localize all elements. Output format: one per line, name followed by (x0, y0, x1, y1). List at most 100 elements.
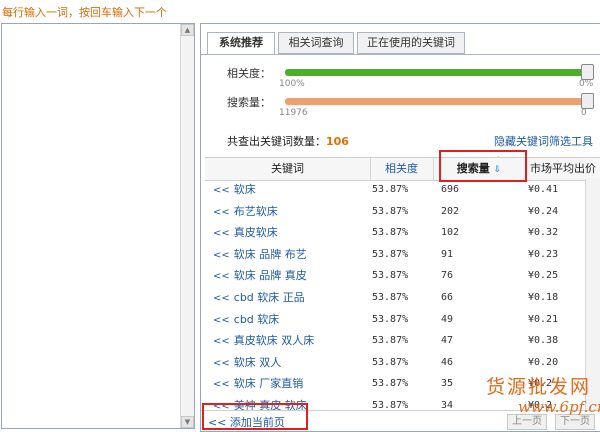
table-row: << cbd 软床 正品 53.87% 66 ¥0.18 (205, 287, 585, 308)
price-cell: ¥0.38 (528, 335, 559, 347)
relevance-cell: 53.87% (372, 335, 409, 347)
table-row: << 布艺软床 53.87% 202 ¥0.24 (205, 201, 585, 222)
scroll-down-icon[interactable]: ▼ (181, 416, 194, 428)
price-cell: ¥0.23 (528, 248, 559, 260)
keyword-text: 真皮软床 双人床 (233, 334, 315, 348)
relevance-slider-track[interactable] (285, 69, 591, 76)
keyword-text: 软床 双人 (233, 355, 282, 369)
table-row: << cbd 软床 53.87% 49 ¥0.21 (205, 309, 585, 330)
keyword-cell[interactable]: << 真皮软床 双人床 (213, 330, 314, 351)
relevance-cell: 53.87% (372, 378, 409, 390)
keyword-count-value: 106 (326, 135, 349, 148)
keyword-cell[interactable]: << cbd 软床 正品 (213, 287, 305, 308)
price-cell: ¥0.21 (528, 313, 559, 325)
volume-cell: 47 (441, 335, 454, 347)
volume-cell: 49 (441, 313, 454, 325)
scroll-up-icon[interactable]: ▲ (181, 24, 194, 36)
relevance-cell: 53.87% (372, 356, 409, 368)
keyword-cell[interactable]: << 软床 (213, 179, 256, 200)
keyword-cell[interactable]: << 布艺软床 (213, 201, 278, 222)
volume-cell: 46 (441, 356, 454, 368)
table-row: << 软床 双人 53.87% 46 ¥0.20 (205, 352, 585, 373)
relevance-min-label: 100% (279, 79, 305, 89)
relevance-cell: 53.87% (372, 184, 409, 195)
next-page-button[interactable]: 下一页 (555, 414, 595, 430)
relevance-cell: 53.87% (372, 248, 409, 260)
relevance-cell: 53.87% (372, 400, 409, 410)
price-cell: ¥0.32 (528, 227, 559, 239)
volume-cell: 35 (441, 378, 454, 390)
price-cell: ¥0.24 (528, 205, 559, 217)
keyword-cell[interactable]: << 软床 厂家直销 (213, 373, 303, 394)
keyword-cell[interactable]: << 真皮软床 (213, 222, 278, 243)
volume-cell: 91 (441, 248, 454, 260)
col-keyword[interactable]: 关键词 (205, 158, 371, 180)
volume-slider-handle[interactable] (581, 93, 594, 109)
keyword-cell[interactable]: << 软床 品牌 真皮 (213, 265, 307, 286)
keyword-text: cbd 软床 (233, 312, 280, 326)
tab-related-query[interactable]: 相关词查询 (278, 32, 354, 54)
relevance-cell: 53.87% (372, 313, 409, 325)
keyword-text: 软床 品牌 布艺 (233, 247, 307, 261)
highlight-add-page (202, 403, 308, 430)
keyword-input-textarea[interactable]: ▲ ▼ (1, 23, 195, 429)
volume-cell: 76 (441, 270, 454, 282)
left-scrollbar[interactable]: ▲ ▼ (180, 24, 194, 428)
add-arrow-icon[interactable]: << (213, 379, 230, 390)
col-avg-price[interactable]: 市场平均出价 (525, 158, 600, 180)
volume-cell: 202 (441, 205, 460, 217)
keyword-text: 软床 (233, 183, 256, 196)
table-row: << 真皮软床 双人床 53.87% 47 ¥0.38 (205, 330, 585, 351)
input-hint: 每行输入一词，按回车输入下一个 (2, 6, 167, 19)
add-arrow-icon[interactable]: << (213, 336, 230, 347)
volume-cell: 66 (441, 292, 454, 303)
add-arrow-icon[interactable]: << (213, 250, 230, 261)
watermark-url: www.6pf.cn (518, 398, 600, 416)
table-row: << 真皮软床 53.87% 102 ¥0.32 (205, 222, 585, 243)
keyword-text: 软床 品牌 真皮 (233, 269, 307, 283)
volume-max-label: 0 (581, 108, 587, 118)
relevance-max-label: 0% (579, 79, 594, 89)
volume-cell: 696 (441, 184, 460, 195)
keyword-text: cbd 软床 正品 (233, 291, 305, 304)
volume-cell: 102 (441, 227, 460, 239)
col-relevance[interactable]: 相关度 (370, 158, 434, 180)
add-arrow-icon[interactable]: << (213, 358, 230, 369)
tab-in-use-keywords[interactable]: 正在使用的关键词 (357, 32, 465, 54)
relevance-cell: 53.87% (372, 292, 409, 303)
volume-min-label: 11976 (279, 108, 308, 118)
keyword-count-label: 共查出关键词数量： (227, 135, 326, 148)
volume-label: 搜索量： (227, 96, 271, 109)
table-row: << 软床 品牌 布艺 53.87% 91 ¥0.23 (205, 244, 585, 265)
add-arrow-icon[interactable]: << (213, 293, 230, 304)
prev-page-button[interactable]: 上一页 (507, 414, 547, 430)
price-cell: ¥0.25 (528, 270, 559, 282)
keyword-cell[interactable]: << cbd 软床 (213, 309, 279, 330)
table-row: << 软床 53.87% 696 ¥0.41 (205, 179, 585, 200)
watermark-title: 货源批发网 (486, 376, 592, 398)
table-header: 关键词 相关度 搜索量 ⇩ 市场平均出价 (205, 157, 600, 181)
relevance-cell: 53.87% (372, 227, 409, 239)
keyword-cell[interactable]: << 软床 品牌 布艺 (213, 244, 307, 265)
add-arrow-icon[interactable]: << (213, 228, 230, 239)
keyword-count: 共查出关键词数量：106 (227, 133, 349, 149)
keyword-text: 布艺软床 (233, 204, 278, 218)
tab-divider (201, 54, 600, 55)
add-arrow-icon[interactable]: << (213, 271, 230, 282)
tab-system-recommend[interactable]: 系统推荐 (207, 32, 275, 55)
relevance-slider-handle[interactable] (581, 64, 594, 80)
volume-cell: 34 (441, 400, 454, 410)
volume-slider-track[interactable] (285, 98, 591, 105)
price-cell: ¥0.41 (528, 184, 559, 195)
relevance-cell: 53.87% (372, 270, 409, 282)
add-arrow-icon[interactable]: << (213, 315, 230, 326)
highlight-volume-column (439, 150, 527, 182)
keyword-cell[interactable]: << 软床 双人 (213, 352, 281, 373)
price-cell: ¥0.20 (528, 356, 559, 368)
add-arrow-icon[interactable]: << (213, 185, 230, 196)
add-arrow-icon[interactable]: << (213, 207, 230, 218)
keyword-text: 真皮软床 (233, 226, 278, 240)
relevance-cell: 53.87% (372, 205, 409, 217)
table-row: << 软床 品牌 真皮 53.87% 76 ¥0.25 (205, 265, 585, 286)
price-cell: ¥0.18 (528, 292, 559, 303)
